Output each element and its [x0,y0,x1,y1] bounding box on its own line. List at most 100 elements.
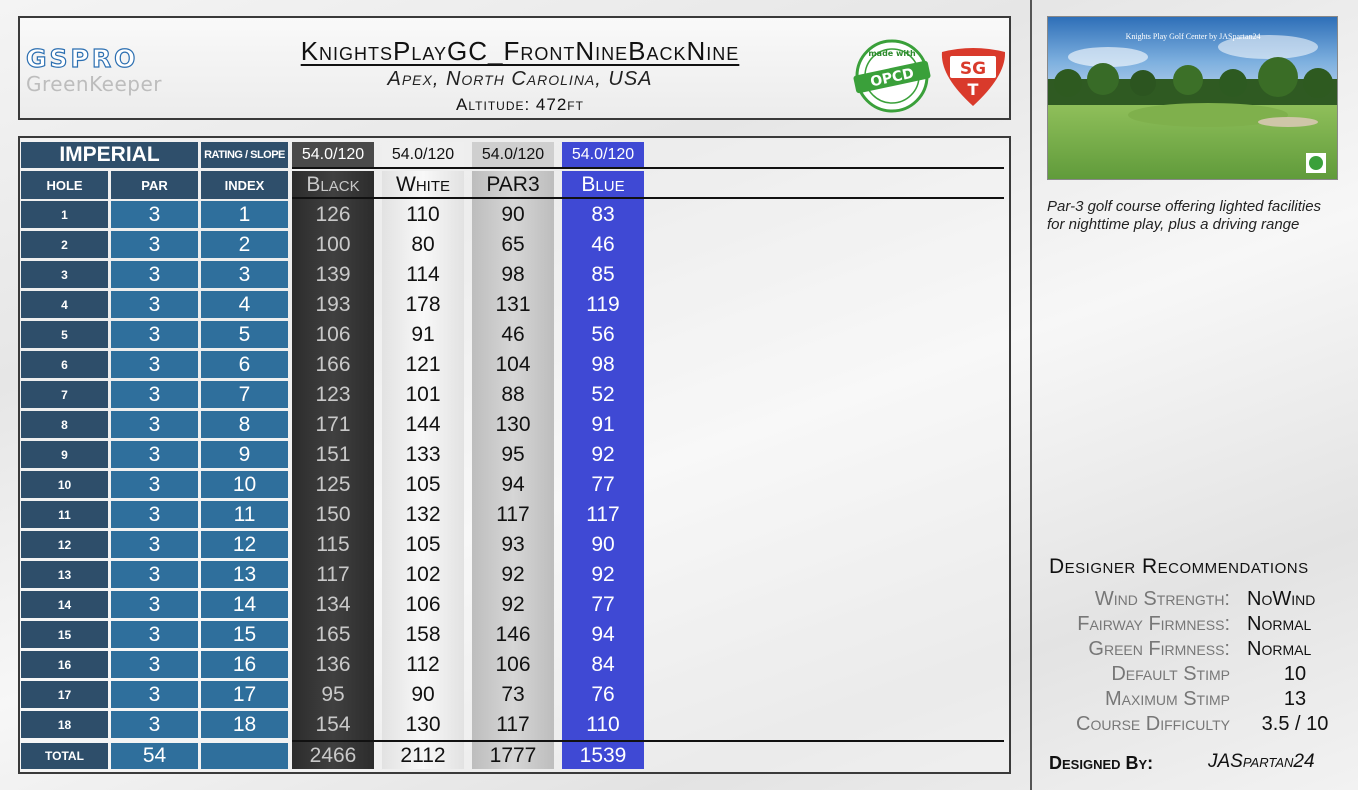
hole-index: 8 [201,411,288,438]
tee-name-blue: Blue [581,173,625,196]
hole-yardage-par3: 98 [501,262,525,286]
recommendation-label: Maximum Stimp [1105,688,1230,710]
hole-yardage-blue: 90 [591,532,615,556]
hole-index: 16 [201,651,288,678]
hole-index: 5 [201,321,288,348]
rating-slope-label: RATING / SLOPE [201,142,288,168]
hole-index: 2 [201,231,288,258]
hole-yardage-black: 123 [315,382,351,406]
hole-index: 11 [201,501,288,528]
hole-yardage-par3: 131 [495,292,531,316]
tee-name-white: White [396,173,450,196]
hole-yardage-white: 90 [411,682,435,706]
tee-rating-slope-blue: 54.0/120 [562,142,644,168]
hole-yardage-par3: 73 [501,682,525,706]
total-index-blank [201,743,288,769]
hole-yardage-par3: 65 [501,232,525,256]
total-label: TOTAL [21,743,108,769]
hole-index: 9 [201,441,288,468]
hole-par: 3 [111,441,198,468]
hole-number: 1 [21,201,108,228]
hole-yardage-white: 114 [406,262,440,286]
hole-yardage-white: 112 [406,652,440,676]
hole-yardage-white: 80 [411,232,435,256]
hole-par: 3 [111,531,198,558]
hole-yardage-blue: 76 [591,682,615,706]
hole-yardage-par3: 117 [496,502,530,526]
sgt-badge-top-text: SG [960,59,986,79]
hole-yardage-white: 133 [405,442,441,466]
hole-yardage-par3: 104 [495,352,531,376]
hole-index: 4 [201,291,288,318]
course-title: KnightsPlayGC_FrontNineBackNine [300,36,740,66]
hole-index: 15 [201,621,288,648]
recommendation-value: 13 [1283,688,1307,710]
hole-number: 8 [21,411,108,438]
hole-number: 7 [21,381,108,408]
hole-yardage-blue: 56 [591,322,615,346]
recommendation-row: Fairway Firmness: Normal [1040,613,1350,638]
opcd-badge-icon: made with OPCD [853,39,931,113]
hole-index: 18 [201,711,288,738]
tee-name-par3: PAR3 [486,173,540,196]
hole-yardage-blue: 77 [591,592,615,616]
total-par: 54 [111,743,198,769]
tee-rating-slope-par3: 54.0/120 [472,142,554,168]
course-preview-image: Knights Play Golf Center by JASpartan24 [1047,16,1338,180]
hole-par: 3 [111,261,198,288]
hole-yardage-black: 106 [315,322,351,346]
scorecard: IMPERIAL RATING / SLOPE HOLE PAR INDEX 54.0/1… [18,136,1011,774]
hole-number: 17 [21,681,108,708]
hole-yardage-black: 165 [315,622,351,646]
hole-par: 3 [111,231,198,258]
hole-yardage-white: 132 [405,502,441,526]
hole-number: 13 [21,561,108,588]
course-altitude: Altitude: 472ft [456,95,584,114]
hole-par: 3 [111,291,198,318]
hole-index: 13 [201,561,288,588]
recommendation-label: Default Stimp [1111,663,1230,685]
hole-number: 18 [21,711,108,738]
hole-yardage-par3: 130 [495,412,531,436]
recommendation-label: Fairway Firmness: [1077,613,1230,635]
hole-number: 10 [21,471,108,498]
tee-header-top-rule [292,167,1004,169]
hole-number: 16 [21,651,108,678]
hole-number: 14 [21,591,108,618]
course-location: Apex, North Carolina, USA [387,68,653,90]
hole-yardage-blue: 110 [586,712,620,736]
hole-index: 7 [201,381,288,408]
hole-yardage-white: 91 [411,322,435,346]
hole-yardage-black: 115 [316,532,350,556]
course-preview-caption: Knights Play Golf Center by JASpartan24 [1126,32,1261,41]
hole-yardage-white: 110 [406,202,440,226]
hole-number: 9 [21,441,108,468]
hole-number: 4 [21,291,108,318]
hole-yardage-black: 126 [315,202,351,226]
hole-yardage-black: 166 [315,352,351,376]
hole-par: 3 [111,501,198,528]
hole-yardage-black: 151 [315,442,351,466]
total-row-rule [292,740,1004,742]
course-preview-scene: Knights Play Golf Center by JASpartan24 [1048,17,1337,179]
units-label: IMPERIAL [21,142,198,168]
hole-yardage-black: 134 [315,592,351,616]
hole-index: 17 [201,681,288,708]
hole-par: 3 [111,381,198,408]
recommendation-row: Course Difficulty 3.5 / 10 [1040,713,1350,738]
hole-yardage-par3: 95 [501,442,525,466]
hole-yardage-blue: 85 [591,262,615,286]
hole-yardage-par3: 106 [495,652,531,676]
hole-number: 12 [21,531,108,558]
tee-rating-slope-white: 54.0/120 [382,142,464,168]
hole-yardage-white: 158 [405,622,441,646]
hole-yardage-black: 125 [315,472,351,496]
hole-yardage-white: 106 [405,592,441,616]
tee-total-white: 2112 [400,744,446,767]
tee-total-black: 2466 [309,744,357,767]
hole-yardage-black: 150 [315,502,351,526]
hole-index: 14 [201,591,288,618]
sgt-badge-icon: SG T [941,48,1006,106]
hole-index: 3 [201,261,288,288]
recommendations-title: Designer Recommendations [1049,555,1309,578]
